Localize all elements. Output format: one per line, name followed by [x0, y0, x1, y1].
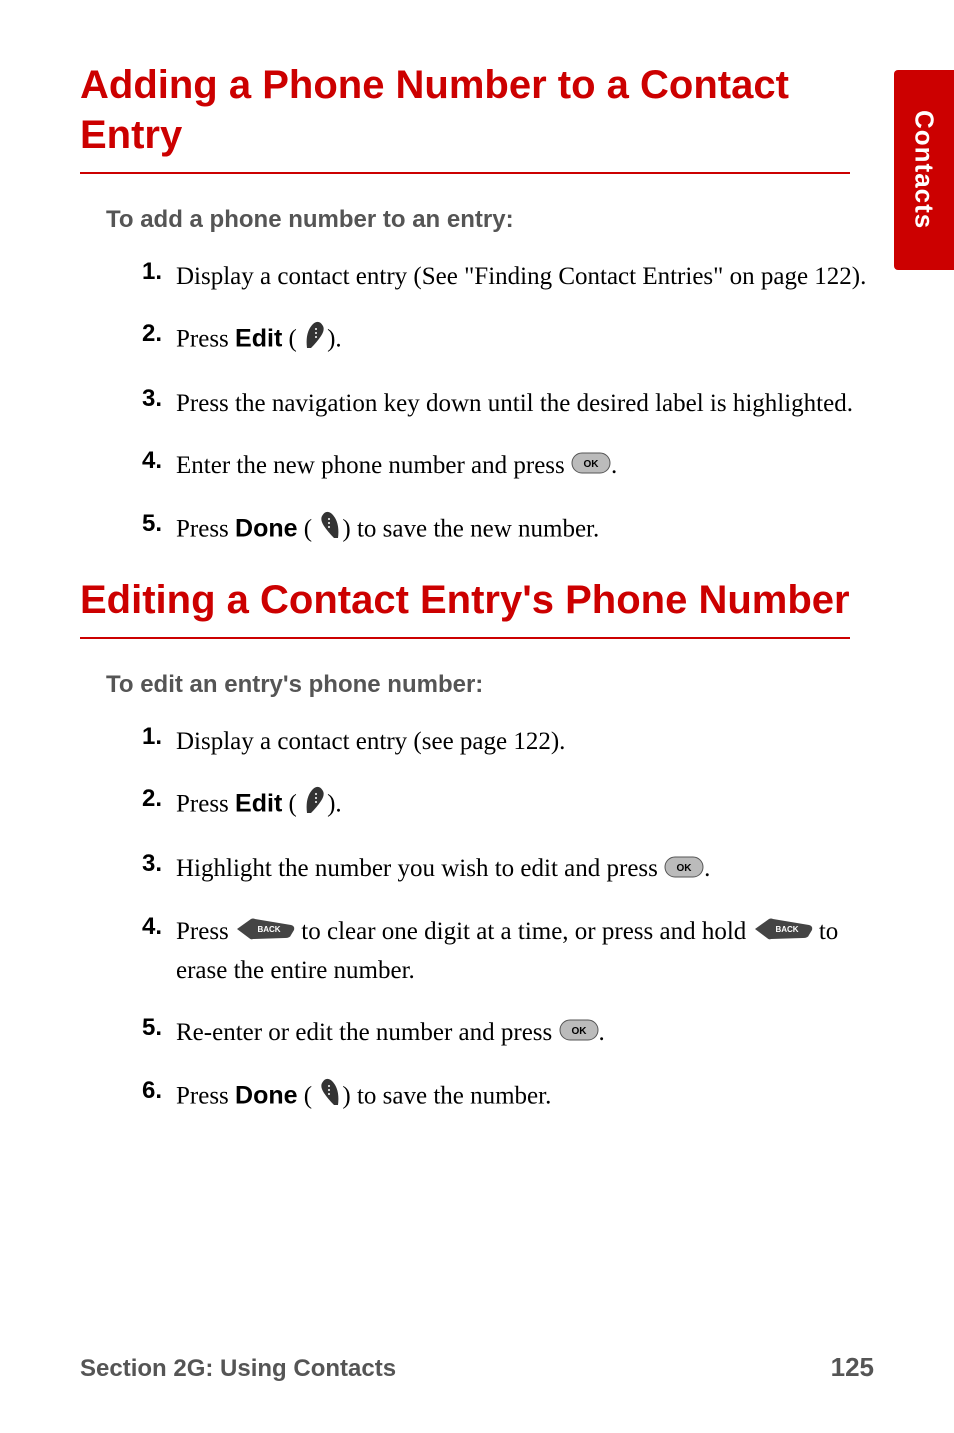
side-tab-contacts: Contacts — [894, 70, 954, 270]
step-body: Re-enter or edit the number and press OK… — [176, 1014, 870, 1053]
step-number: 3. — [130, 850, 176, 878]
step-text: Press — [176, 515, 235, 542]
ui-label-done: Done — [235, 514, 298, 542]
step-text: to clear one digit at a time, or press a… — [301, 918, 752, 945]
step-number: 6. — [130, 1077, 176, 1105]
lead-add-number: To add a phone number to an entry: — [106, 206, 874, 234]
list-item: 2. Press Edit ( ). — [130, 785, 870, 827]
lead-edit-number: To edit an entry's phone number: — [106, 671, 874, 699]
step-text: . — [704, 855, 710, 882]
page-footer: Section 2G: Using Contacts 125 — [80, 1352, 874, 1383]
svg-text:OK: OK — [677, 863, 693, 874]
step-text: . — [599, 1019, 605, 1046]
list-item: 5. Re-enter or edit the number and press… — [130, 1014, 870, 1053]
right-softkey-icon — [303, 320, 327, 362]
step-text: ( — [282, 790, 297, 817]
list-item: 6. Press Done ( ) to save the number. — [130, 1077, 870, 1119]
right-softkey-icon — [303, 785, 327, 827]
step-text: ( — [298, 1082, 313, 1109]
ok-button-icon: OK — [559, 1015, 599, 1053]
step-number: 5. — [130, 510, 176, 538]
left-softkey-icon — [318, 510, 342, 552]
step-number: 1. — [130, 723, 176, 751]
list-item: 3. Highlight the number you wish to edit… — [130, 850, 870, 889]
svg-text:BACK: BACK — [257, 925, 280, 934]
step-text: Press — [176, 325, 235, 352]
heading-adding-phone-number: Adding a Phone Number to a Contact Entry — [80, 60, 850, 174]
step-number: 1. — [130, 258, 176, 286]
step-text: ). — [327, 325, 342, 352]
list-item: 1. Display a contact entry (see page 122… — [130, 723, 870, 761]
step-text: Highlight the number you wish to edit an… — [176, 855, 664, 882]
footer-section: Section 2G: Using Contacts — [80, 1355, 396, 1383]
steps-edit-number: 1. Display a contact entry (see page 122… — [130, 723, 870, 1118]
step-text: . — [611, 452, 617, 479]
step-text: Enter the new phone number and press — [176, 452, 571, 479]
left-softkey-icon — [318, 1077, 342, 1119]
step-text: Press — [176, 1082, 235, 1109]
step-text: Press — [176, 918, 235, 945]
ok-button-icon: OK — [664, 852, 704, 890]
step-body: Enter the new phone number and press OK … — [176, 447, 870, 486]
step-text: Re-enter or edit the number and press — [176, 1019, 559, 1046]
list-item: 5. Press Done ( ) to save the new number… — [130, 510, 870, 552]
svg-text:BACK: BACK — [775, 925, 798, 934]
ok-button-icon: OK — [571, 448, 611, 486]
list-item: 4. Press BACK to clear one digit at a ti… — [130, 913, 870, 990]
list-item: 3. Press the navigation key down until t… — [130, 385, 870, 423]
step-text: ) to save the new number. — [342, 515, 599, 542]
step-body: Display a contact entry (see page 122). — [176, 723, 870, 761]
step-body: Highlight the number you wish to edit an… — [176, 850, 870, 889]
list-item: 2. Press Edit ( ). — [130, 320, 870, 362]
back-button-icon: BACK — [235, 915, 295, 953]
step-body: Press the navigation key down until the … — [176, 385, 870, 423]
ui-label-done: Done — [235, 1081, 298, 1109]
step-text: Press — [176, 790, 235, 817]
step-body: Press Done ( ) to save the new number. — [176, 510, 870, 552]
step-number: 2. — [130, 320, 176, 348]
step-body: Press Done ( ) to save the number. — [176, 1077, 870, 1119]
list-item: 1. Display a contact entry (See "Finding… — [130, 258, 870, 296]
back-button-icon: BACK — [753, 915, 813, 953]
step-text: ). — [327, 790, 342, 817]
heading-editing-phone-number: Editing a Contact Entry's Phone Number — [80, 575, 850, 639]
step-number: 5. — [130, 1014, 176, 1042]
ui-label-edit: Edit — [235, 789, 282, 817]
page: Contacts Adding a Phone Number to a Cont… — [0, 0, 954, 1433]
ui-label-edit: Edit — [235, 324, 282, 352]
svg-text:OK: OK — [571, 1026, 587, 1037]
svg-text:OK: OK — [584, 459, 600, 470]
step-text: ) to save the number. — [342, 1082, 551, 1109]
step-body: Display a contact entry (See "Finding Co… — [176, 258, 870, 296]
step-text: ( — [298, 515, 313, 542]
step-number: 4. — [130, 913, 176, 941]
list-item: 4. Enter the new phone number and press … — [130, 447, 870, 486]
steps-add-number: 1. Display a contact entry (See "Finding… — [130, 258, 870, 551]
footer-page-number: 125 — [831, 1352, 874, 1383]
step-text: ( — [282, 325, 297, 352]
step-body: Press Edit ( ). — [176, 320, 870, 362]
step-number: 2. — [130, 785, 176, 813]
step-number: 3. — [130, 385, 176, 413]
step-number: 4. — [130, 447, 176, 475]
step-body: Press BACK to clear one digit at a time,… — [176, 913, 870, 990]
step-body: Press Edit ( ). — [176, 785, 870, 827]
